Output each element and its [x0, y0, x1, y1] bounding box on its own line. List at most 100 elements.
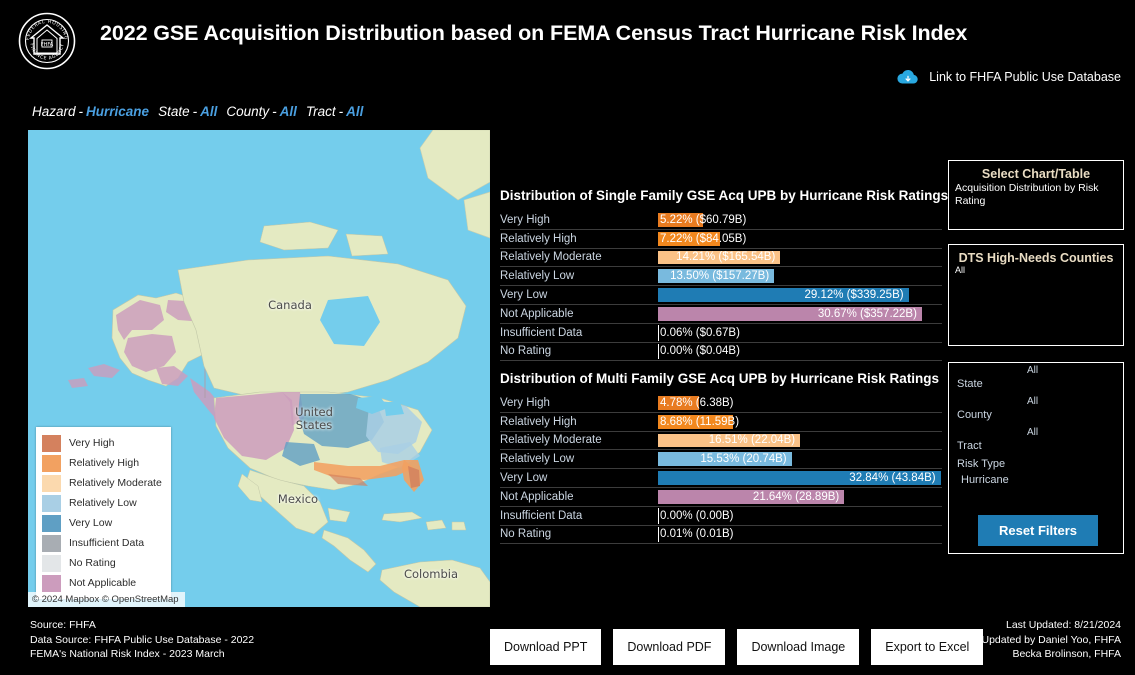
- filter-county[interactable]: County All: [949, 394, 1123, 425]
- filter-risk-type[interactable]: Risk Type Hurricane: [949, 456, 1123, 492]
- bar-list-single-family: Very High 5.22% ($60.79B) Relatively High 7…: [500, 211, 942, 362]
- bar-row[interactable]: Relatively Moderate 16.51% (22.04B): [500, 432, 942, 451]
- bar-value-label: 8.68% (11.59B): [660, 415, 740, 428]
- bar-row[interactable]: Relatively Low 13.50% ($157.27B): [500, 267, 942, 287]
- db-link-label: Link to FHFA Public Use Database: [929, 70, 1121, 84]
- legend-item[interactable]: Very High: [42, 433, 162, 453]
- legend-label: Not Applicable: [69, 577, 137, 589]
- bar-track: 30.67% ($357.22B): [658, 305, 942, 323]
- filter-value[interactable]: All: [1027, 427, 1038, 438]
- footer-download-buttons: Download PPT Download PDF Download Image Ex…: [490, 629, 984, 665]
- bar-category-label: Relatively Low: [500, 453, 575, 466]
- bar-row[interactable]: Very High 4.78% (6.38B): [500, 394, 942, 413]
- breadcrumb-value[interactable]: Hurricane: [86, 104, 149, 119]
- breadcrumb-dash: -: [272, 104, 277, 119]
- legend-item[interactable]: Relatively Low: [42, 493, 162, 513]
- breadcrumb-dash: -: [338, 104, 344, 119]
- breadcrumb-filter-state[interactable]: State - All: [158, 104, 217, 119]
- filter-label: Tract: [957, 440, 982, 452]
- filter-state[interactable]: State All: [949, 363, 1123, 394]
- chart-multi-family: Distribution of Multi Family GSE Acq UPB…: [500, 371, 942, 545]
- bar-category-label: Relatively High: [500, 415, 577, 428]
- breadcrumb-filter-county[interactable]: County - All: [226, 104, 297, 119]
- selected-chart-value[interactable]: Acquisition Distribution by Risk Rating: [949, 181, 1123, 208]
- legend-item[interactable]: No Rating: [42, 553, 162, 573]
- breadcrumb-filter-tract[interactable]: Tract - All: [306, 104, 364, 119]
- bar-row[interactable]: Insufficient Data 0.06% ($0.67B): [500, 324, 942, 343]
- bar-category-label: Very Low: [500, 289, 548, 302]
- filter-label: County: [957, 409, 992, 421]
- legend-item[interactable]: Relatively Moderate: [42, 473, 162, 493]
- bar-row[interactable]: No Rating 0.01% (0.01B): [500, 526, 942, 545]
- breadcrumb-value[interactable]: All: [200, 104, 217, 119]
- panel-dts-high-needs-counties[interactable]: DTS High-Needs Counties All: [948, 244, 1124, 346]
- bar-row[interactable]: No Rating 0.00% ($0.04B): [500, 343, 942, 362]
- dts-value[interactable]: All: [949, 265, 1123, 275]
- legend-swatch: [42, 554, 61, 572]
- panel-filters: State All County All Tract All Risk Type Hurr…: [948, 362, 1124, 554]
- filter-label: State: [957, 378, 983, 390]
- filter-tract[interactable]: Tract All: [949, 425, 1123, 456]
- cloud-download-icon: [896, 68, 920, 86]
- bar-value-label: 14.21% ($165.54B): [676, 251, 776, 264]
- legend-swatch: [42, 574, 61, 592]
- bar-value-label: 16.51% (22.04B): [708, 434, 796, 447]
- bar-category-label: Relatively Moderate: [500, 251, 602, 264]
- bar-row[interactable]: Insufficient Data 0.00% (0.00B): [500, 507, 942, 526]
- bar-value-label: 15.53% (20.74B): [700, 453, 787, 466]
- reset-filters-button[interactable]: Reset Filters: [978, 515, 1098, 546]
- bar-row[interactable]: Not Applicable 21.64% (28.89B): [500, 488, 942, 507]
- dashboard-root: FHFA FEDERAL HOUSING FINANCE AGENCY 2022…: [0, 0, 1135, 675]
- breadcrumb-value[interactable]: All: [346, 104, 363, 119]
- bar-row[interactable]: Very Low 29.12% ($339.25B): [500, 286, 942, 305]
- legend-swatch: [42, 434, 61, 452]
- svg-text:FHFA: FHFA: [41, 42, 54, 48]
- legend-item[interactable]: Relatively High: [42, 453, 162, 473]
- filter-risk-type-label: Risk Type: [957, 458, 1006, 470]
- db-link[interactable]: Link to FHFA Public Use Database: [896, 68, 1121, 86]
- risk-map[interactable]: Canada United States Mexico Colombia Very…: [28, 130, 490, 607]
- bar-value-label: 5.22% ($60.79B): [660, 213, 747, 226]
- bar-row[interactable]: Not Applicable 30.67% ($357.22B): [500, 305, 942, 324]
- legend-item[interactable]: Not Applicable: [42, 573, 162, 593]
- bar-track: 8.68% (11.59B): [658, 413, 942, 431]
- legend-item[interactable]: Insufficient Data: [42, 533, 162, 553]
- page-title: 2022 GSE Acquisition Distribution based …: [100, 21, 968, 45]
- footer-updated-info: Last Updated: 8/21/2024 Updated by Danie…: [981, 618, 1121, 662]
- fhfa-seal-icon: FHFA FEDERAL HOUSING FINANCE AGENCY: [18, 12, 76, 70]
- bar-track: 4.78% (6.38B): [658, 394, 942, 412]
- bar-value-label: 30.67% ($357.22B): [817, 307, 917, 320]
- map-legend: Very High Relatively High Relatively Moder…: [36, 427, 171, 599]
- bar-list-multi-family: Very High 4.78% (6.38B) Relatively High 8.6…: [500, 394, 942, 545]
- bar-row[interactable]: Relatively Moderate 14.21% ($165.54B): [500, 249, 942, 268]
- breadcrumb-label: Hazard: [32, 104, 76, 119]
- bar-row[interactable]: Relatively Low 15.53% (20.74B): [500, 450, 942, 470]
- download-pdf-button[interactable]: Download PDF: [613, 629, 726, 665]
- export-to-excel-button[interactable]: Export to Excel: [871, 629, 984, 665]
- bar-row[interactable]: Very High 5.22% ($60.79B): [500, 211, 942, 230]
- filter-value[interactable]: All: [1027, 396, 1038, 407]
- filter-value[interactable]: All: [1027, 365, 1038, 376]
- last-updated: Last Updated: 8/21/2024: [1005, 619, 1121, 631]
- bar-category-label: Not Applicable: [500, 307, 574, 320]
- breadcrumb-label: County: [226, 104, 270, 119]
- bar-row[interactable]: Very Low 32.84% (43.84B): [500, 469, 942, 488]
- bar-row[interactable]: Relatively High 7.22% ($84.05B): [500, 230, 942, 249]
- legend-item[interactable]: Very Low: [42, 513, 162, 533]
- bar-track: 14.21% ($165.54B): [658, 249, 942, 267]
- breadcrumb-filter-hazard[interactable]: Hazard - Hurricane: [32, 104, 149, 119]
- panel-select-chart-table[interactable]: Select Chart/Table Acquisition Distribut…: [948, 160, 1124, 230]
- bar-value-label: 21.64% (28.89B): [752, 490, 840, 503]
- breadcrumb-label: Tract: [305, 104, 336, 119]
- chart-title: Distribution of Multi Family GSE Acq UPB…: [500, 371, 940, 386]
- download-image-button[interactable]: Download Image: [737, 629, 860, 665]
- bar-row[interactable]: Relatively High 8.68% (11.59B): [500, 413, 942, 432]
- filter-risk-type-value[interactable]: Hurricane: [961, 474, 1009, 486]
- footer-source: Source: FHFA Data Source: FHFA Public Us…: [30, 618, 254, 662]
- breadcrumb-value[interactable]: All: [280, 104, 297, 119]
- bar-category-label: Very High: [500, 396, 550, 409]
- breadcrumb-dash: -: [192, 104, 198, 119]
- panel-title: DTS High-Needs Counties: [958, 251, 1114, 265]
- bar-track: 7.22% ($84.05B): [658, 230, 942, 248]
- download-ppt-button[interactable]: Download PPT: [490, 629, 602, 665]
